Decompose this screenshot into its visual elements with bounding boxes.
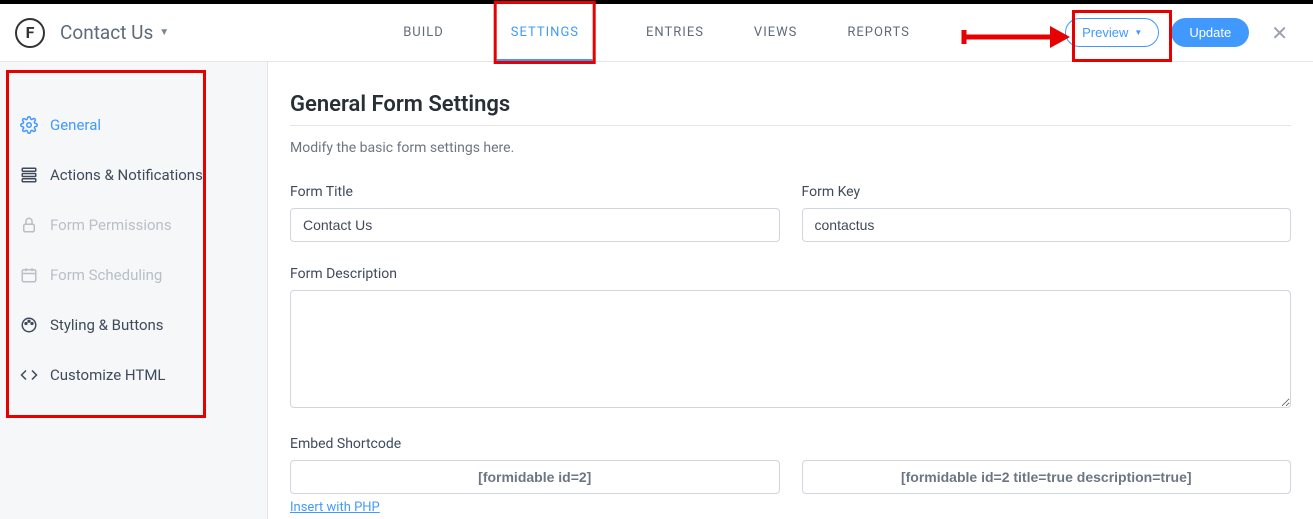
update-button[interactable]: Update <box>1171 18 1249 47</box>
app-logo: F <box>15 18 45 48</box>
embed-shortcode-2[interactable] <box>802 460 1292 494</box>
tab-build[interactable]: BUILD <box>403 4 444 61</box>
embed-shortcode-1[interactable] <box>290 460 780 494</box>
tab-reports[interactable]: REPORTS <box>847 4 909 61</box>
sidebar-item-label: Form Permissions <box>50 216 172 234</box>
chevron-down-icon: ▼ <box>159 27 169 38</box>
page-subtitle: Modify the basic form settings here. <box>290 140 1291 156</box>
form-title-input[interactable] <box>290 208 780 242</box>
sidebar-item-label: Actions & Notifications <box>50 166 203 184</box>
tab-entries[interactable]: ENTRIES <box>646 4 704 61</box>
close-icon[interactable]: ✕ <box>1261 21 1298 45</box>
sidebar-item-label: Customize HTML <box>50 366 166 384</box>
form-name: Contact Us <box>60 21 153 44</box>
chevron-down-icon: ▼ <box>1134 28 1142 37</box>
insert-with-php-link[interactable]: Insert with PHP <box>290 500 380 515</box>
tab-views[interactable]: VIEWS <box>754 4 797 61</box>
sidebar-item-label: Form Scheduling <box>50 266 162 284</box>
calendar-icon <box>20 266 38 284</box>
lock-icon <box>20 216 38 234</box>
sidebar-item-styling[interactable]: Styling & Buttons <box>0 300 267 350</box>
preview-button[interactable]: Preview ▼ <box>1065 18 1159 47</box>
sidebar-item-general[interactable]: General <box>0 100 267 150</box>
sidebar-item-label: General <box>50 116 101 134</box>
page-title: General Form Settings <box>290 92 1291 117</box>
sidebar-item-customize-html[interactable]: Customize HTML <box>0 350 267 400</box>
form-description-label: Form Description <box>290 266 1291 282</box>
form-description-input[interactable] <box>290 290 1291 408</box>
form-key-input[interactable] <box>802 208 1292 242</box>
sidebar-item-label: Styling & Buttons <box>50 316 164 334</box>
palette-icon <box>20 316 38 334</box>
sidebar-item-scheduling[interactable]: Form Scheduling <box>0 250 267 300</box>
gear-icon <box>20 116 38 134</box>
form-key-label: Form Key <box>802 184 1292 200</box>
sidebar-item-permissions[interactable]: Form Permissions <box>0 200 267 250</box>
form-title-dropdown[interactable]: Contact Us ▼ <box>60 21 169 44</box>
layers-icon <box>20 166 38 184</box>
sidebar-item-actions[interactable]: Actions & Notifications <box>0 150 267 200</box>
tab-settings[interactable]: SETTINGS <box>497 4 593 61</box>
preview-label: Preview <box>1082 25 1128 40</box>
code-icon <box>20 366 38 384</box>
form-title-label: Form Title <box>290 184 780 200</box>
divider <box>290 125 1291 126</box>
embed-shortcode-label: Embed Shortcode <box>290 436 1291 452</box>
sidebar: General Actions & Notifications Form Per… <box>0 62 268 519</box>
